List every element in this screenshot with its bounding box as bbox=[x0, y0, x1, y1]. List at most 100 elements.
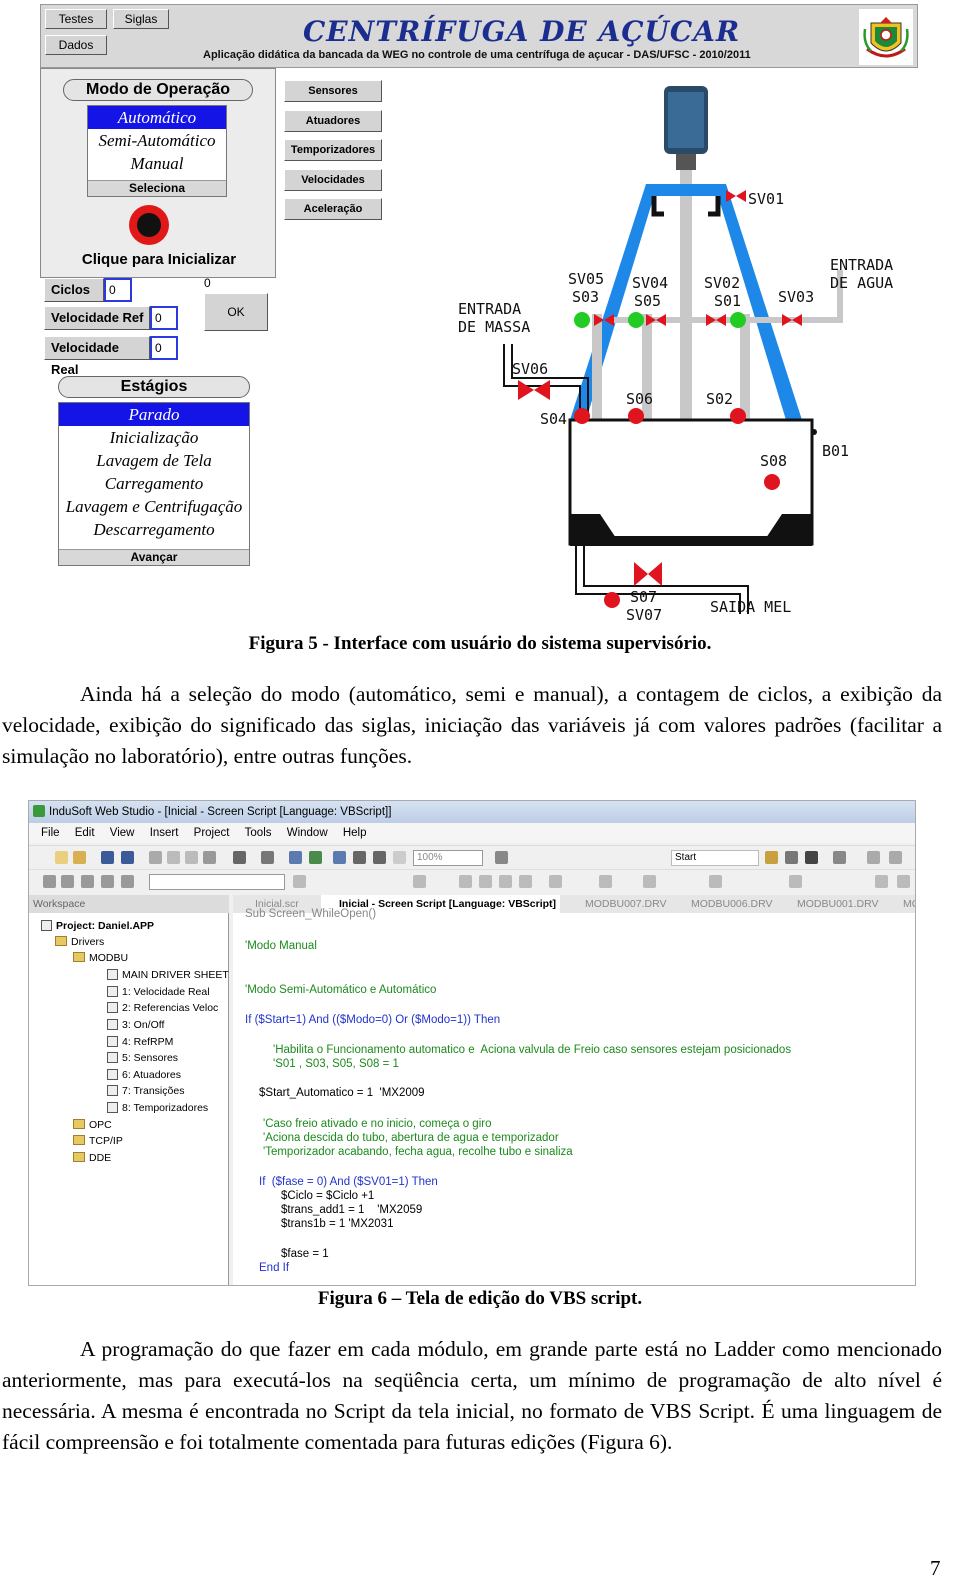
menu-file[interactable]: File bbox=[41, 827, 60, 839]
sensores-button[interactable]: Sensores bbox=[284, 80, 382, 102]
misc-icon[interactable] bbox=[833, 851, 846, 864]
print-icon[interactable] bbox=[261, 851, 274, 864]
tree-modbu[interactable]: MODBU bbox=[73, 951, 128, 965]
settings-icon[interactable] bbox=[353, 851, 366, 864]
tree-sheet[interactable]: 8: Temporizadores bbox=[107, 1101, 208, 1115]
stop-icon[interactable] bbox=[785, 851, 798, 864]
zoom-icon[interactable] bbox=[897, 875, 910, 888]
dados-button[interactable]: Dados bbox=[45, 35, 107, 55]
flip-icon[interactable] bbox=[643, 875, 656, 888]
back-icon[interactable] bbox=[43, 875, 56, 888]
tree-sheet[interactable]: 1: Velocidade Real bbox=[107, 985, 210, 999]
zoom-select[interactable]: 100% bbox=[413, 850, 483, 866]
align-left-icon[interactable] bbox=[459, 875, 472, 888]
menu-project[interactable]: Project bbox=[194, 827, 230, 839]
tools-icon[interactable] bbox=[333, 851, 346, 864]
tree-dde[interactable]: DDE bbox=[73, 1151, 111, 1165]
tree-sheet[interactable]: 7: Transições bbox=[107, 1084, 184, 1098]
menu-edit[interactable]: Edit bbox=[75, 827, 95, 839]
tree-tcpip[interactable]: TCP/IP bbox=[73, 1134, 123, 1148]
forward-icon[interactable] bbox=[61, 875, 74, 888]
atuadores-button[interactable]: Atuadores bbox=[284, 110, 382, 132]
tab-modbu006[interactable]: MODBU006.DRV bbox=[673, 895, 773, 913]
tree-project[interactable]: Project: Daniel.APP bbox=[41, 919, 154, 933]
db-icon[interactable] bbox=[373, 851, 386, 864]
run-icon[interactable] bbox=[765, 851, 778, 864]
help-pointer-icon[interactable] bbox=[495, 851, 508, 864]
menu-window[interactable]: Window bbox=[287, 827, 328, 839]
tree-drivers[interactable]: Drivers bbox=[55, 935, 104, 949]
seleciona-button[interactable]: Seleciona bbox=[88, 180, 226, 196]
rotate-icon[interactable] bbox=[875, 875, 888, 888]
tab-modbu007[interactable]: MODBU007.DRV bbox=[567, 895, 667, 913]
screen-icon[interactable] bbox=[289, 851, 302, 864]
stage-option-parado[interactable]: Parado bbox=[59, 403, 249, 426]
start-button-icon[interactable] bbox=[125, 203, 173, 247]
ok-button[interactable]: OK bbox=[204, 293, 268, 331]
go-icon[interactable] bbox=[293, 875, 306, 888]
paste-icon[interactable] bbox=[185, 851, 198, 864]
tree-sheet[interactable]: 6: Atuadores bbox=[107, 1068, 181, 1082]
menu-help[interactable]: Help bbox=[343, 827, 367, 839]
save-all-icon[interactable] bbox=[121, 851, 134, 864]
mode-listbox[interactable]: Automático Semi-Automático Manual Seleci… bbox=[87, 105, 227, 197]
play-icon[interactable] bbox=[867, 851, 880, 864]
address-combo[interactable] bbox=[149, 874, 285, 890]
refresh-icon[interactable] bbox=[101, 875, 114, 888]
aceleracao-button[interactable]: Aceleração bbox=[284, 198, 382, 220]
tree-sheet[interactable]: MAIN DRIVER SHEET bbox=[107, 968, 229, 982]
scada-subtitle: Aplicação didática da bancada da WEG no … bbox=[203, 49, 751, 61]
tree-sheet[interactable]: 2: Referencias Veloc bbox=[107, 1001, 218, 1015]
velocidade-ref-value[interactable]: 0 bbox=[150, 306, 178, 330]
grid-icon[interactable] bbox=[393, 851, 406, 864]
menu-tools[interactable]: Tools bbox=[245, 827, 272, 839]
new-icon[interactable] bbox=[55, 851, 68, 864]
tab-mo[interactable]: MO bbox=[885, 895, 915, 913]
group-icon[interactable] bbox=[709, 875, 722, 888]
copy-icon[interactable] bbox=[167, 851, 180, 864]
resize-icon[interactable] bbox=[599, 875, 612, 888]
align-top-icon[interactable] bbox=[519, 875, 532, 888]
testes-button[interactable]: Testes bbox=[45, 9, 107, 29]
keyboard-icon[interactable] bbox=[805, 851, 818, 864]
label-entrada-massa-1: ENTRADA bbox=[458, 300, 521, 318]
velocidades-button[interactable]: Velocidades bbox=[284, 169, 382, 191]
tab-modbu001[interactable]: MODBU001.DRV bbox=[779, 895, 879, 913]
folder-icon bbox=[55, 936, 67, 946]
stage-option-carregamento[interactable]: Carregamento bbox=[59, 472, 249, 495]
tree-opc[interactable]: OPC bbox=[73, 1118, 112, 1132]
undo-icon[interactable] bbox=[233, 851, 246, 864]
siglas-button[interactable]: Siglas bbox=[113, 9, 169, 29]
stages-listbox[interactable]: Parado Inicialização Lavagem de Tela Car… bbox=[58, 402, 250, 566]
tree-sheet[interactable]: 5: Sensores bbox=[107, 1051, 178, 1065]
tree-sheet[interactable]: 3: On/Off bbox=[107, 1018, 164, 1032]
menu-view[interactable]: View bbox=[110, 827, 135, 839]
avancar-button[interactable]: Avançar bbox=[59, 549, 249, 565]
pause-icon[interactable] bbox=[889, 851, 902, 864]
home-icon[interactable] bbox=[121, 875, 134, 888]
stop-nav-icon[interactable] bbox=[81, 875, 94, 888]
align-center-icon[interactable] bbox=[479, 875, 492, 888]
start-field[interactable]: Start bbox=[671, 850, 759, 866]
graphics-icon[interactable] bbox=[309, 851, 322, 864]
cut-icon[interactable] bbox=[149, 851, 162, 864]
stage-option-inicializacao[interactable]: Inicialização bbox=[59, 426, 249, 449]
stage-option-lavagem-centrifugacao[interactable]: Lavagem e Centrifugação bbox=[59, 495, 249, 518]
align-icon[interactable] bbox=[413, 875, 426, 888]
open-icon[interactable] bbox=[73, 851, 86, 864]
mode-option-automatico[interactable]: Automático bbox=[88, 106, 226, 129]
stage-option-lavagem-tela[interactable]: Lavagem de Tela bbox=[59, 449, 249, 472]
align-right-icon[interactable] bbox=[499, 875, 512, 888]
layer-icon[interactable] bbox=[789, 875, 802, 888]
delete-icon[interactable] bbox=[203, 851, 216, 864]
mode-option-manual[interactable]: Manual bbox=[88, 152, 226, 175]
temporizadores-button[interactable]: Temporizadores bbox=[284, 139, 382, 161]
distribute-icon[interactable] bbox=[549, 875, 562, 888]
menu-insert[interactable]: Insert bbox=[150, 827, 179, 839]
mode-option-semi-automatico[interactable]: Semi-Automático bbox=[88, 129, 226, 152]
save-icon[interactable] bbox=[101, 851, 114, 864]
code-editor[interactable]: Sub Screen_WhileOpen() 'Modo Manual 'Mod… bbox=[233, 908, 915, 1285]
tree-sheet[interactable]: 4: RefRPM bbox=[107, 1035, 173, 1049]
start-label: Clique para Inicializar bbox=[81, 251, 237, 268]
stage-option-descarregamento[interactable]: Descarregamento bbox=[59, 518, 249, 541]
